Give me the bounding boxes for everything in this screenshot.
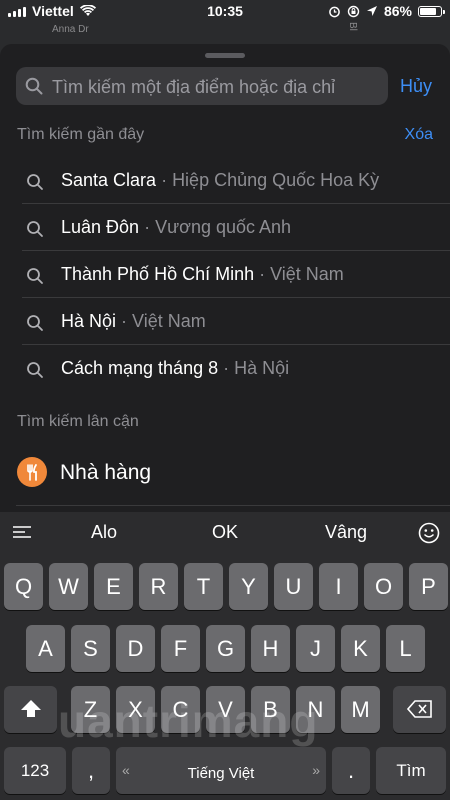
- separator: ·: [218, 358, 235, 378]
- recent-search-text: Thành Phố Hồ Chí Minh · Việt Nam: [61, 264, 344, 285]
- suggestion-2[interactable]: OK: [212, 522, 238, 543]
- recent-search-item[interactable]: Thành Phố Hồ Chí Minh · Việt Nam: [0, 251, 450, 298]
- recent-region: Việt Nam: [132, 311, 206, 331]
- key-m[interactable]: M: [341, 686, 380, 733]
- key-t[interactable]: T: [184, 563, 223, 610]
- key-k[interactable]: K: [341, 625, 380, 672]
- nearby-item-restaurant[interactable]: Nhà hàng: [0, 449, 450, 506]
- fork-knife-icon: [17, 457, 47, 487]
- suggestion-bar: Alo OK Vâng: [0, 512, 450, 554]
- search-icon: [26, 314, 44, 337]
- recent-place: Hà Nội: [61, 311, 117, 331]
- status-bar: Viettel 10:35 86%: [0, 0, 450, 24]
- recent-search-item[interactable]: Luân Đôn · Vương quốc Anh: [0, 204, 450, 251]
- map-street-label: Anna Dr: [52, 24, 89, 35]
- key-a[interactable]: A: [26, 625, 65, 672]
- alarm-icon: [329, 6, 340, 17]
- recent-region: Hiệp Chủng Quốc Hoa Kỳ: [172, 170, 380, 190]
- battery-icon: [418, 5, 445, 17]
- chevron-right-icon: »: [312, 762, 320, 778]
- key-s[interactable]: S: [71, 625, 110, 672]
- recent-searches-title: Tìm kiếm gần đây: [17, 126, 145, 143]
- suggestion-3[interactable]: Vâng: [325, 522, 367, 543]
- location-arrow-icon: [366, 6, 377, 16]
- key-q[interactable]: Q: [4, 563, 43, 610]
- key-i[interactable]: I: [319, 563, 358, 610]
- search-sheet: Hủy Tìm kiếm gần đây Xóa Santa Clara · H…: [0, 44, 450, 520]
- recent-search-item[interactable]: Hà Nội · Việt Nam: [0, 298, 450, 345]
- recent-search-text: Santa Clara · Hiệp Chủng Quốc Hoa Kỳ: [61, 170, 379, 191]
- emoji-icon[interactable]: [418, 522, 440, 544]
- key-o[interactable]: O: [364, 563, 403, 610]
- numbers-key[interactable]: 123: [4, 747, 66, 794]
- recent-search-text: Luân Đôn · Vương quốc Anh: [61, 217, 291, 238]
- search-input[interactable]: [50, 67, 384, 107]
- key-w[interactable]: W: [49, 563, 88, 610]
- key-e[interactable]: E: [94, 563, 133, 610]
- key-l[interactable]: L: [386, 625, 425, 672]
- search-key[interactable]: Tìm: [376, 747, 446, 794]
- recent-place: Santa Clara: [61, 170, 157, 190]
- rotation-lock-icon: [347, 5, 360, 17]
- menu-icon[interactable]: [12, 525, 32, 539]
- chevron-left-icon: «: [122, 762, 130, 778]
- separator: ·: [116, 311, 133, 331]
- key-n[interactable]: N: [296, 686, 335, 733]
- key-d[interactable]: D: [116, 625, 155, 672]
- key-v[interactable]: V: [206, 686, 245, 733]
- divider: [16, 505, 450, 506]
- space-key-label: Tiếng Việt: [187, 765, 255, 782]
- separator: ·: [156, 170, 173, 190]
- key-x[interactable]: X: [116, 686, 155, 733]
- separator: ·: [254, 264, 271, 284]
- clear-recent-button[interactable]: Xóa: [405, 126, 433, 144]
- recent-search-text: Cách mạng tháng 8 · Hà Nội: [61, 358, 289, 379]
- delete-key[interactable]: [393, 686, 446, 733]
- key-g[interactable]: G: [206, 625, 245, 672]
- recent-searches-list: Santa Clara · Hiệp Chủng Quốc Hoa Kỳ Luân…: [0, 157, 450, 392]
- search-icon: [26, 267, 44, 290]
- recent-place: Thành Phố Hồ Chí Minh: [61, 264, 255, 284]
- keyboard: Alo OK Vâng Q W E R T Y U I O P A S D F G H J K L Z X C V B N M 12…: [0, 512, 450, 800]
- space-key[interactable]: « Tiếng Việt »: [116, 747, 326, 794]
- recent-search-item[interactable]: Cách mạng tháng 8 · Hà Nội: [0, 345, 450, 392]
- recent-place: Luân Đôn: [61, 217, 140, 237]
- key-c[interactable]: C: [161, 686, 200, 733]
- key-b[interactable]: B: [251, 686, 290, 733]
- nearby-searches-title: Tìm kiếm lân cận: [17, 413, 139, 430]
- search-bar[interactable]: [16, 67, 388, 107]
- recent-search-text: Hà Nội · Việt Nam: [61, 311, 206, 332]
- search-icon: [26, 173, 44, 196]
- nearby-item-label: Nhà hàng: [60, 461, 152, 484]
- key-p[interactable]: P: [409, 563, 448, 610]
- sheet-grabber[interactable]: [205, 53, 245, 58]
- suggestion-1[interactable]: Alo: [91, 522, 117, 543]
- key-r[interactable]: R: [139, 563, 178, 610]
- search-icon: [26, 361, 44, 384]
- recent-search-item[interactable]: Santa Clara · Hiệp Chủng Quốc Hoa Kỳ: [0, 157, 450, 204]
- key-j[interactable]: J: [296, 625, 335, 672]
- key-y[interactable]: Y: [229, 563, 268, 610]
- key-h[interactable]: H: [251, 625, 290, 672]
- recent-region: Hà Nội: [234, 358, 290, 378]
- shift-icon: [20, 700, 41, 717]
- shift-key[interactable]: [4, 686, 57, 733]
- key-u[interactable]: U: [274, 563, 313, 610]
- battery-percent: 86%: [383, 3, 412, 19]
- backspace-icon: [406, 700, 432, 718]
- key-z[interactable]: Z: [71, 686, 110, 733]
- comma-key[interactable]: ,: [72, 747, 110, 794]
- recent-region: Vương quốc Anh: [155, 217, 292, 237]
- recent-place: Cách mạng tháng 8: [61, 358, 219, 378]
- period-key[interactable]: .: [332, 747, 370, 794]
- separator: ·: [139, 217, 156, 237]
- search-icon: [25, 77, 43, 95]
- search-icon: [26, 220, 44, 243]
- key-f[interactable]: F: [161, 625, 200, 672]
- cancel-button[interactable]: Hủy: [400, 76, 432, 97]
- recent-region: Việt Nam: [270, 264, 344, 284]
